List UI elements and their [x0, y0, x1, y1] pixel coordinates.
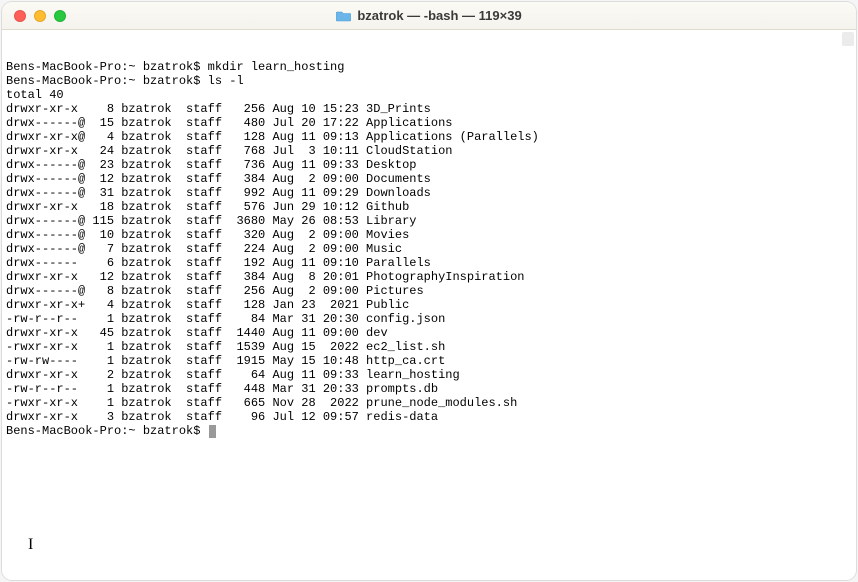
listing-row: drwx------@ 12 bzatrok staff 384 Aug 2 0…: [6, 172, 852, 186]
listing-row: drwx------@ 10 bzatrok staff 320 Aug 2 0…: [6, 228, 852, 242]
prompt-current[interactable]: Bens-MacBook-Pro:~ bzatrok$: [6, 424, 852, 438]
close-button[interactable]: [14, 10, 26, 22]
listing-row: drwxr-xr-x+ 4 bzatrok staff 128 Jan 23 2…: [6, 298, 852, 312]
listing-row: drwx------ 6 bzatrok staff 192 Aug 11 09…: [6, 256, 852, 270]
minimize-button[interactable]: [34, 10, 46, 22]
maximize-button[interactable]: [54, 10, 66, 22]
listing-row: -rwxr-xr-x 1 bzatrok staff 665 Nov 28 20…: [6, 396, 852, 410]
listing-row: drwx------@ 115 bzatrok staff 3680 May 2…: [6, 214, 852, 228]
listing-row: drwxr-xr-x 3 bzatrok staff 96 Jul 12 09:…: [6, 410, 852, 424]
listing-row: -rwxr-xr-x 1 bzatrok staff 1539 Aug 15 2…: [6, 340, 852, 354]
total-line: total 40: [6, 88, 852, 102]
listing-row: drwxr-xr-x 12 bzatrok staff 384 Aug 8 20…: [6, 270, 852, 284]
listing-row: -rw-r--r-- 1 bzatrok staff 448 Mar 31 20…: [6, 382, 852, 396]
listing-row: drwxr-xr-x 18 bzatrok staff 576 Jun 29 1…: [6, 200, 852, 214]
listing-row: drwxr-xr-x 8 bzatrok staff 256 Aug 10 15…: [6, 102, 852, 116]
command-line-1: Bens-MacBook-Pro:~ bzatrok$ mkdir learn_…: [6, 60, 852, 74]
terminal-window: bzatrok — -bash — 119×39 Bens-MacBook-Pr…: [2, 2, 856, 580]
titlebar[interactable]: bzatrok — -bash — 119×39: [2, 2, 856, 30]
listing-row: drwx------@ 23 bzatrok staff 736 Aug 11 …: [6, 158, 852, 172]
listing-row: drwx------@ 8 bzatrok staff 256 Aug 2 09…: [6, 284, 852, 298]
listing-row: -rw-rw---- 1 bzatrok staff 1915 May 15 1…: [6, 354, 852, 368]
traffic-lights: [14, 10, 66, 22]
listing-row: -rw-r--r-- 1 bzatrok staff 84 Mar 31 20:…: [6, 312, 852, 326]
folder-icon: [336, 10, 351, 22]
terminal-content[interactable]: Bens-MacBook-Pro:~ bzatrok$ mkdir learn_…: [2, 30, 856, 580]
listing-row: drwx------@ 31 bzatrok staff 992 Aug 11 …: [6, 186, 852, 200]
command-line-2: Bens-MacBook-Pro:~ bzatrok$ ls -l: [6, 74, 852, 88]
listing-row: drwx------@ 7 bzatrok staff 224 Aug 2 09…: [6, 242, 852, 256]
listing-row: drwxr-xr-x 2 bzatrok staff 64 Aug 11 09:…: [6, 368, 852, 382]
listing-row: drwxr-xr-x@ 4 bzatrok staff 128 Aug 11 0…: [6, 130, 852, 144]
window-title-text: bzatrok — -bash — 119×39: [357, 8, 521, 23]
listing-row: drwxr-xr-x 24 bzatrok staff 768 Jul 3 10…: [6, 144, 852, 158]
listing-row: drwx------@ 15 bzatrok staff 480 Jul 20 …: [6, 116, 852, 130]
window-title: bzatrok — -bash — 119×39: [12, 8, 846, 23]
terminal-cursor: [209, 425, 216, 438]
text-ibeam-cursor: I: [28, 538, 33, 552]
scrollbar-indicator[interactable]: [842, 32, 854, 46]
listing-row: drwxr-xr-x 45 bzatrok staff 1440 Aug 11 …: [6, 326, 852, 340]
